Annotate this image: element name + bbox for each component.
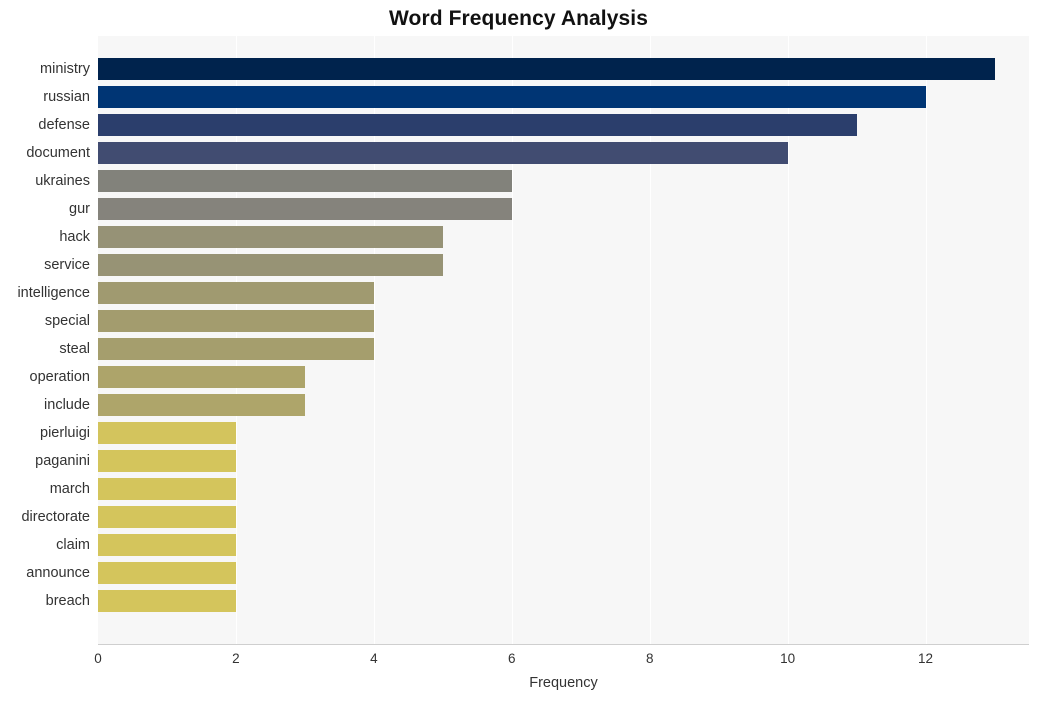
y-axis-tick-label: special xyxy=(44,312,90,329)
x-axis-tick-label: 6 xyxy=(508,651,516,666)
y-axis-tick-label: paganini xyxy=(35,452,90,469)
bar xyxy=(98,505,236,528)
bar xyxy=(98,589,236,612)
y-axis-tick-label: document xyxy=(26,144,90,161)
bar xyxy=(98,309,374,332)
bar xyxy=(98,421,236,444)
bar xyxy=(98,197,512,220)
bar xyxy=(98,281,374,304)
y-axis-tick-label: service xyxy=(44,256,90,273)
y-axis-tick-label: pierluigi xyxy=(40,424,90,441)
x-axis-tick-label: 2 xyxy=(232,651,240,666)
bar xyxy=(98,449,236,472)
y-axis-tick-label: steal xyxy=(59,340,90,357)
x-axis-line xyxy=(98,644,1029,645)
x-axis-tick-label: 12 xyxy=(918,651,934,666)
bar xyxy=(98,253,443,276)
y-axis-tick-label: ministry xyxy=(40,61,90,77)
y-axis-tick-label: intelligence xyxy=(17,284,90,301)
bar xyxy=(98,477,236,500)
bar xyxy=(98,225,443,248)
x-axis-tick-labels: 0 2 4 6 8 10 12 xyxy=(94,650,1029,670)
bars-container xyxy=(98,36,1029,644)
y-axis-tick-labels: ministry russian defense document ukraines gu… xyxy=(0,36,90,644)
x-axis-tick-label: 0 xyxy=(94,651,102,666)
chart-title: Word Frequency Analysis xyxy=(388,7,649,30)
y-axis-tick-label: include xyxy=(44,396,90,413)
y-axis-tick-label: gur xyxy=(69,200,90,217)
plot-area xyxy=(98,36,1029,644)
y-axis-tick-label: march xyxy=(49,480,90,497)
bar xyxy=(98,393,305,416)
y-axis-tick-label: russian xyxy=(43,88,90,105)
y-axis-tick-label: breach xyxy=(45,592,90,609)
y-axis-tick-label: directorate xyxy=(21,508,90,525)
x-axis-tick-label: 4 xyxy=(370,651,378,666)
y-axis-tick-label: ukraines xyxy=(35,172,90,189)
bar xyxy=(98,561,236,584)
x-axis-tick-label: 8 xyxy=(645,651,654,666)
bar xyxy=(98,533,236,556)
bar xyxy=(98,365,305,388)
x-axis-title: Frequency xyxy=(529,675,598,691)
bar xyxy=(98,141,788,164)
bar xyxy=(98,58,995,80)
x-axis-tick-label: 10 xyxy=(780,651,796,666)
bar xyxy=(98,337,374,360)
bar xyxy=(98,169,512,192)
y-axis-tick-label: defense xyxy=(38,116,90,133)
bar xyxy=(98,85,926,108)
y-axis-tick-label: operation xyxy=(29,368,90,385)
y-axis-tick-label: hack xyxy=(59,228,90,245)
bar xyxy=(98,113,857,136)
y-axis-tick-label: announce xyxy=(26,564,90,581)
y-axis-tick-label: claim xyxy=(56,536,90,553)
word-frequency-chart: Word Frequency Analysis ministry russian d… xyxy=(0,0,1037,701)
